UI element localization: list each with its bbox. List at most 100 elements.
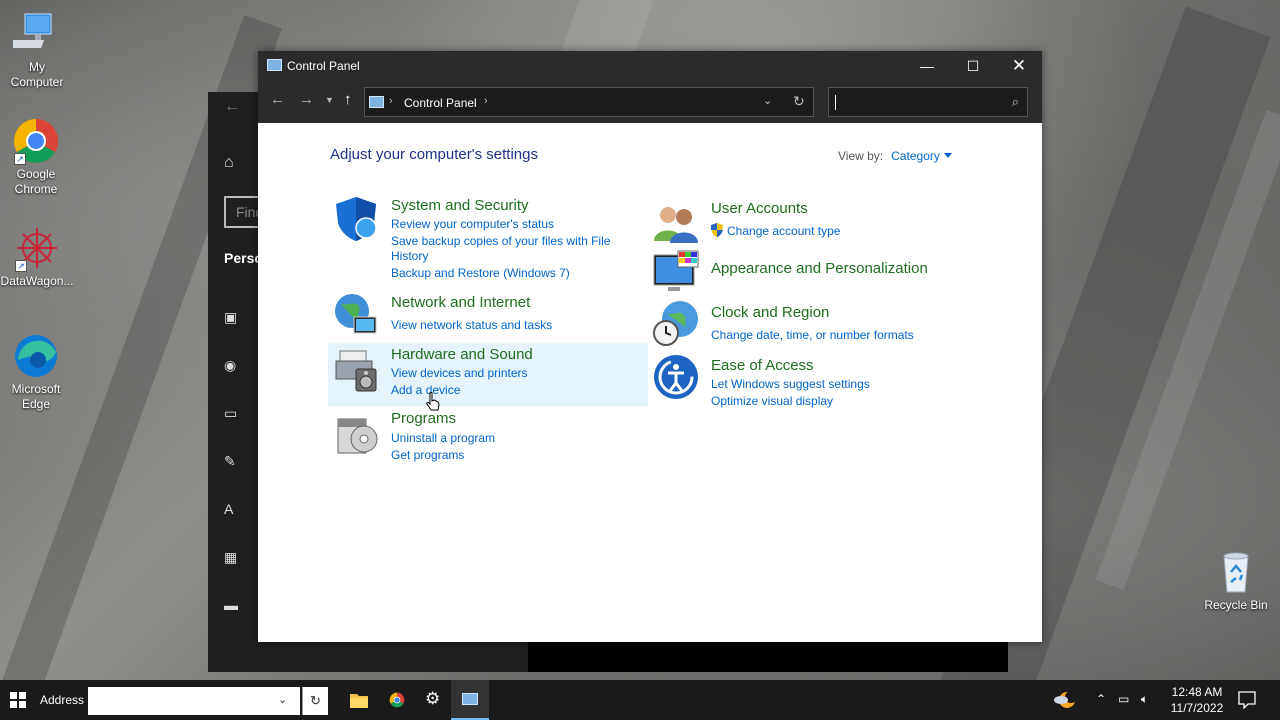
clock-time: 12:48 AM (1171, 685, 1223, 699)
category-title[interactable]: Appearance and Personalization (711, 260, 928, 277)
category-network-and-internet: Network and Internet View network status… (328, 291, 648, 339)
category-title[interactable]: Network and Internet (391, 294, 530, 311)
category-title[interactable]: System and Security (391, 197, 529, 214)
monitor-palette-icon (653, 250, 699, 291)
window-title: Control Panel (287, 59, 360, 73)
search-icon[interactable]: ⌕ (1012, 94, 1019, 110)
page-heading: Adjust your computer's settings (330, 146, 538, 163)
address-dropdown-chevron-icon[interactable]: ⌄ (763, 94, 772, 107)
taskbar: Address ⌄ ↻ ⚙ ⌃ ▭ 🔈︎ 12:48 AM 11/7/2022 (0, 680, 1280, 720)
control-panel-icon (267, 59, 282, 71)
category-link[interactable]: Let Windows suggest settings (711, 377, 870, 392)
address-toolbar-input[interactable]: ⌄ (88, 687, 300, 715)
category-system-and-security: System and Security Review your computer… (328, 193, 648, 283)
address-dropdown-chevron-icon[interactable]: ⌄ (278, 693, 287, 706)
desktop-icon-label: Computer (10, 75, 64, 89)
control-panel-window[interactable]: Control Panel — ☐ ✕ ← → ▼ ↑ › Control Pa… (258, 51, 1042, 642)
category-link[interactable]: Change account type (727, 224, 840, 239)
view-by-dropdown[interactable]: Category (891, 149, 940, 163)
window-shadow-strip (528, 642, 1008, 672)
desktop-icon-datawagon[interactable]: ↗ DataWagon... (0, 224, 75, 289)
search-input[interactable]: ⌕ (828, 87, 1028, 117)
desktop-icon-label: Chrome (14, 182, 58, 196)
minimize-button[interactable]: — (904, 51, 950, 81)
recycle-bin-icon (1212, 548, 1260, 596)
start-windows-icon[interactable] (10, 692, 26, 708)
start-icon[interactable]: ▦ (224, 550, 242, 564)
category-link[interactable]: View devices and printers (391, 366, 528, 381)
recent-locations-chevron-icon[interactable]: ▼ (325, 95, 334, 105)
desktop-icon-google-chrome[interactable]: ↗ Google Chrome (0, 117, 74, 197)
control-panel-icon (462, 693, 478, 705)
category-link[interactable]: View network status and tasks (391, 318, 552, 333)
notifications-icon[interactable] (1238, 691, 1256, 709)
folder-icon (350, 694, 368, 708)
desktop-icon-my-computer[interactable]: My Computer (0, 10, 75, 90)
content-area: Adjust your computer's settings View by:… (258, 123, 1042, 642)
printer-speaker-icon (335, 350, 377, 392)
users-icon (654, 207, 698, 243)
dropdown-arrow-icon[interactable] (943, 153, 952, 158)
themes-icon[interactable]: ✎ (224, 454, 242, 468)
category-link[interactable]: Get programs (391, 448, 464, 463)
address-go-refresh-icon[interactable]: ↻ (302, 687, 328, 715)
back-button[interactable]: ← (270, 91, 285, 108)
programs-disc-icon (337, 418, 378, 454)
category-title[interactable]: Programs (391, 410, 456, 427)
back-arrow-icon[interactable]: ← (224, 98, 240, 116)
taskbar-settings[interactable]: ⚙ (414, 680, 452, 720)
desktop-icon-label: Microsoft (11, 382, 61, 396)
volume-icon[interactable]: 🔈︎ (1141, 692, 1148, 707)
fonts-icon[interactable]: A (224, 502, 242, 516)
address-toolbar-label: Address (40, 693, 85, 707)
category-link[interactable]: Save backup copies of your files with Fi… (391, 234, 610, 249)
desktop-icon-label: Edge (21, 397, 51, 411)
desktop-icon-recycle-bin[interactable]: Recycle Bin (1198, 548, 1274, 613)
category-programs: Programs Uninstall a program Get program… (328, 405, 648, 462)
category-link[interactable]: Change date, time, or number formats (711, 328, 914, 343)
category-user-accounts: User Accounts Change account type (650, 195, 970, 243)
picture-icon[interactable]: ▣ (224, 310, 242, 324)
breadcrumb-control-panel[interactable]: Control Panel (404, 96, 477, 110)
palette-icon[interactable]: ◉ (224, 358, 242, 372)
taskbar-chrome[interactable] (378, 680, 416, 720)
up-button[interactable]: ↑ (344, 91, 352, 108)
category-title[interactable]: Hardware and Sound (391, 346, 533, 363)
ease-of-access-icon (654, 355, 698, 399)
view-by-control[interactable]: View by: Category (838, 149, 952, 163)
breadcrumb-chevron-icon[interactable]: › (389, 95, 393, 107)
maximize-button[interactable]: ☐ (950, 51, 996, 81)
clock-globe-icon (653, 301, 698, 346)
taskbar-icon[interactable]: ▬ (224, 598, 242, 612)
category-link[interactable]: Optimize visual display (711, 394, 833, 409)
category-link[interactable]: Uninstall a program (391, 431, 495, 446)
taskbar-file-explorer[interactable] (340, 680, 378, 720)
category-ease-of-access: Ease of Access Let Windows suggest setti… (650, 351, 970, 409)
show-hidden-icons-chevron-icon[interactable]: ⌃ (1096, 692, 1106, 706)
category-title[interactable]: Clock and Region (711, 304, 829, 321)
refresh-icon[interactable]: ↻ (793, 93, 805, 110)
computer-icon (7, 10, 61, 58)
network-icon[interactable]: ▭ (1118, 692, 1129, 706)
category-link[interactable]: Review your computer's status (391, 217, 554, 232)
forward-button[interactable]: → (299, 91, 314, 108)
breadcrumb-chevron-icon[interactable]: › (484, 95, 488, 107)
weather-moon-cloud-icon[interactable] (1052, 688, 1076, 712)
shield-icon (336, 197, 377, 241)
home-icon[interactable]: ⌂ (224, 154, 234, 172)
clock-date: 11/7/2022 (1170, 701, 1224, 715)
close-button[interactable]: ✕ (996, 51, 1042, 81)
desktop-icon-microsoft-edge[interactable]: Microsoft Edge (0, 332, 74, 412)
category-link[interactable]: Backup and Restore (Windows 7) (391, 266, 570, 281)
system-clock[interactable]: 12:48 AM 11/7/2022 (1162, 684, 1232, 716)
category-title[interactable]: User Accounts (711, 200, 808, 217)
chrome-icon (389, 692, 405, 708)
edge-icon (12, 332, 60, 380)
address-bar[interactable]: › Control Panel › ⌄ ↻ (364, 87, 814, 117)
category-hardware-and-sound: Hardware and Sound View devices and prin… (328, 343, 648, 406)
category-title[interactable]: Ease of Access (711, 357, 814, 374)
title-bar[interactable]: Control Panel — ☐ ✕ (258, 51, 1042, 81)
lock-screen-icon[interactable]: ▭ (224, 406, 242, 420)
taskbar-control-panel[interactable] (451, 680, 489, 720)
category-link[interactable]: History (391, 249, 428, 264)
